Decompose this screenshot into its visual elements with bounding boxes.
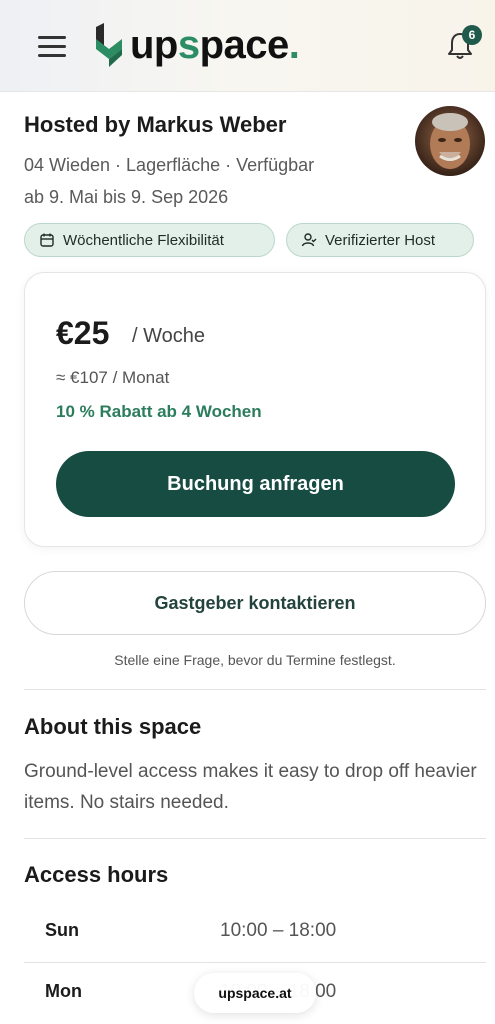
contact-hint: Stelle eine Frage, bevor du Termine fest… [114,652,396,668]
chip-weekly-flexibility: Wöchentliche Flexibilität [24,223,275,257]
discount-note: 10 % Rabatt ab 4 Wochen [56,402,262,421]
notification-badge: 6 [462,25,482,45]
access-hours-title: Access hours [24,862,169,887]
chip-label: Wöchentliche Flexibilität [63,231,224,249]
about-title: About this space [24,714,202,739]
price-monthly: ≈ €107 / Monat [56,368,170,387]
listing-page: upspace. 6 Hosted by Markus Weber 04 Wie… [0,0,495,1024]
host-avatar[interactable] [415,106,485,176]
price-amount: €25 [56,315,110,351]
host-title: Hosted by Markus Weber [24,112,287,137]
contact-host-button[interactable]: Gastgeber kontaktieren [24,571,486,635]
chip-verified-host: Verifizierter Host [286,223,474,257]
section-divider [24,689,486,690]
hours-day: Mon [45,981,82,1001]
calendar-icon [40,233,54,247]
section-divider [24,838,486,839]
listing-meta-availability: ab 9. Mai bis 9. Sep 2026 [24,187,229,207]
avatar-image [415,106,485,176]
hours-time: 10:00 – 18:00 [220,920,337,941]
listing-meta-location: 04 Wieden · Lagerfläche · Verfügbar [24,155,315,175]
user-check-icon [301,233,317,247]
hours-day: Sun [45,920,79,940]
price-card: €25 / Woche ≈ €107 / Monat 10 % Rabatt a… [24,272,486,547]
browser-url-pill[interactable]: upspace.at [194,973,316,1013]
upspace-logo[interactable]: upspace. [94,20,300,70]
about-text: Ground-level access makes it easy to dro… [24,761,477,813]
request-booking-button[interactable]: Buchung anfragen [56,451,455,517]
app-header: upspace. 6 [0,0,495,92]
price-unit: / Woche [132,325,205,347]
chip-label: Verifizierter Host [325,231,436,249]
logo-mark-icon [96,23,122,67]
logo-text: upspace [130,23,289,67]
logo-dot: . [288,23,300,67]
hours-row: Sun 10:00 – 18:00 [24,901,486,963]
hamburger-menu-icon[interactable] [38,36,66,58]
